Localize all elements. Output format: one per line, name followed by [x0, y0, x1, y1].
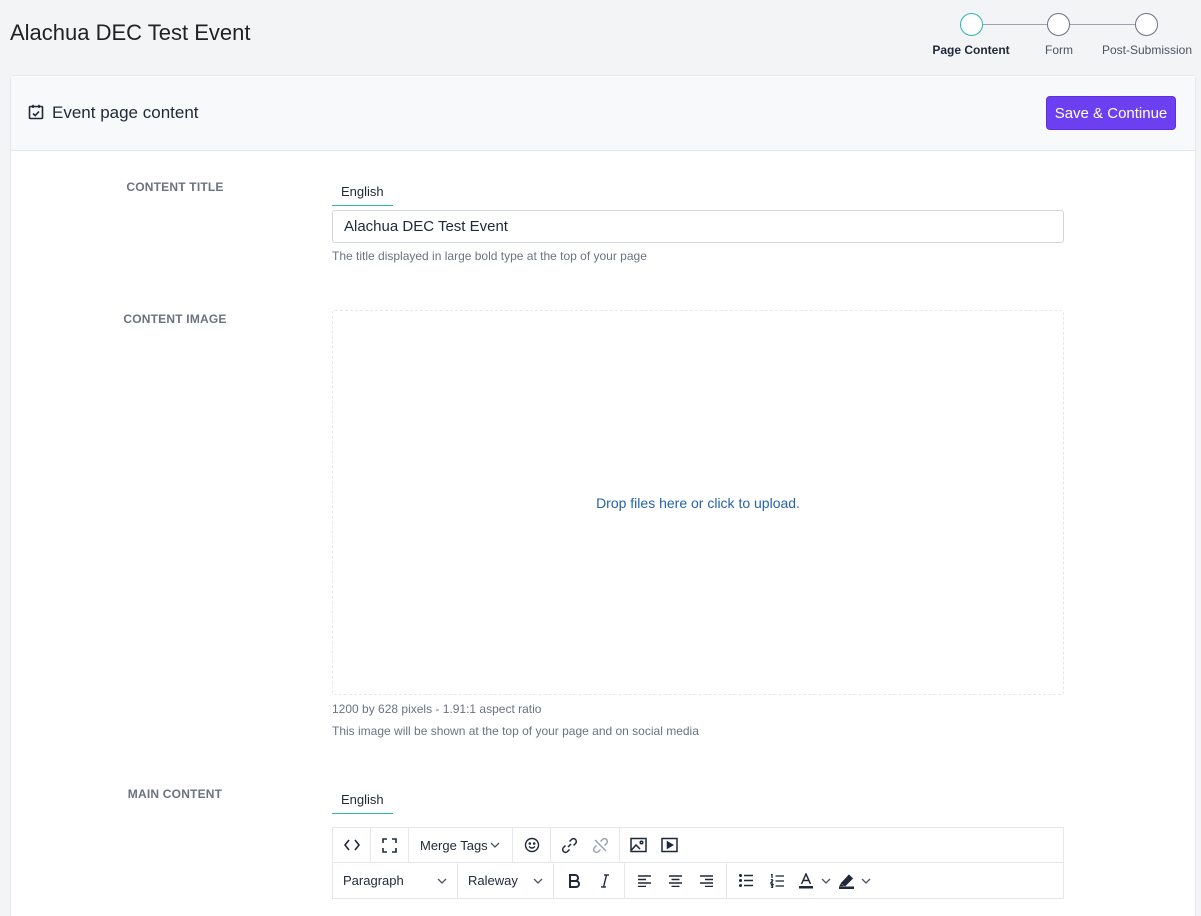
content-image-size-help: 1200 by 628 pixels - 1.91:1 aspect ratio [332, 702, 542, 716]
main-content-label: MAIN CONTENT [127, 787, 223, 801]
content-title-label: CONTENT TITLE [126, 180, 224, 194]
event-page-content-card: Event page content Save & Continue CONTE… [10, 75, 1196, 916]
align-right-icon[interactable] [691, 866, 722, 896]
font-family-label: Raleway [468, 873, 518, 888]
insert-media-icon[interactable] [654, 830, 685, 860]
card-header: Event page content Save & Continue [11, 76, 1195, 151]
save-continue-button[interactable]: Save & Continue [1046, 96, 1176, 130]
content-title-help: The title displayed in large bold type a… [332, 249, 647, 263]
block-format-label: Paragraph [343, 873, 404, 888]
chevron-down-icon[interactable] [859, 866, 873, 896]
step-page-content-indicator[interactable] [960, 13, 983, 36]
font-family-dropdown[interactable]: Raleway [462, 866, 549, 896]
progress-stepper: Page Content Form Post-Submission [930, 12, 1201, 62]
emoji-icon[interactable] [516, 830, 547, 860]
align-left-icon[interactable] [629, 866, 660, 896]
source-code-icon[interactable] [336, 830, 367, 860]
text-color-icon[interactable] [793, 866, 819, 896]
chevron-down-icon [533, 878, 543, 884]
main-content-language-tab[interactable]: English [332, 792, 393, 814]
step-connector [1070, 24, 1135, 25]
unlink-icon[interactable] [585, 830, 616, 860]
content-title-language-tab[interactable]: English [332, 184, 393, 206]
step-form-indicator[interactable] [1047, 13, 1070, 36]
chevron-down-icon[interactable] [819, 866, 833, 896]
card-title: Event page content [52, 103, 199, 122]
editor-toolbar: Merge Tags Paragraph Raleway [332, 827, 1064, 899]
block-format-dropdown[interactable]: Paragraph [337, 866, 453, 896]
image-dropzone[interactable]: Drop files here or click to upload. [332, 310, 1064, 695]
calendar-check-icon [28, 104, 44, 120]
toolbar-row-2: Paragraph Raleway [333, 863, 1063, 898]
merge-tags-dropdown[interactable]: Merge Tags [414, 830, 506, 860]
content-title-input[interactable] [332, 210, 1064, 243]
fullscreen-icon[interactable] [374, 830, 405, 860]
bold-icon[interactable] [558, 866, 589, 896]
numbered-list-icon[interactable] [762, 866, 793, 896]
toolbar-row-1: Merge Tags [333, 828, 1063, 863]
italic-icon[interactable] [589, 866, 620, 896]
dropzone-text[interactable]: Drop files here or click to upload. [596, 495, 800, 511]
step-connector [983, 24, 1047, 25]
bullet-list-icon[interactable] [731, 866, 762, 896]
highlight-color-icon[interactable] [833, 866, 859, 896]
step-post-submission-indicator[interactable] [1135, 13, 1158, 36]
chevron-down-icon [437, 878, 447, 884]
insert-image-icon[interactable] [623, 830, 654, 860]
merge-tags-label: Merge Tags [420, 837, 488, 853]
step-post-submission-label[interactable]: Post-Submission [1102, 43, 1192, 57]
step-form-label[interactable]: Form [1045, 43, 1073, 57]
chevron-down-icon [490, 842, 500, 848]
content-image-usage-help: This image will be shown at the top of y… [332, 724, 699, 738]
page-title: Alachua DEC Test Event [10, 20, 251, 45]
link-icon[interactable] [554, 830, 585, 860]
content-image-label: CONTENT IMAGE [123, 312, 227, 326]
step-page-content-label[interactable]: Page Content [932, 43, 1009, 57]
align-center-icon[interactable] [660, 866, 691, 896]
